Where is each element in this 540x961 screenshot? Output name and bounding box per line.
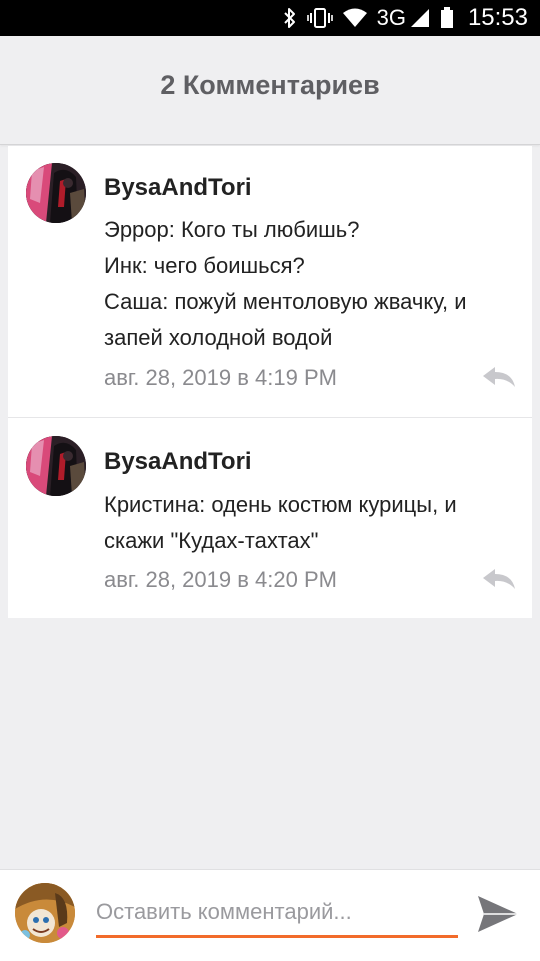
comment-text-line: скажи "Кудах-тахтах" <box>104 528 319 553</box>
status-bar: 3G 15:53 <box>0 0 540 36</box>
comment-composer <box>0 869 540 961</box>
comment-timestamp: авг. 28, 2019 в 4:20 PM <box>104 567 337 592</box>
comments-header: 2 Комментариев <box>0 36 540 145</box>
comment-text: Эррор: Кого ты любишь? Инк: чего боишься… <box>104 212 524 356</box>
comment-timestamp: авг. 28, 2019 в 4:19 PM <box>104 365 337 390</box>
comment-text-line: запей холодной водой <box>104 325 333 350</box>
comment-item: BysaAndTori Эррор: Кого ты любишь? Инк: … <box>8 146 532 418</box>
avatar[interactable] <box>26 163 86 223</box>
reply-icon[interactable] <box>482 568 516 590</box>
reply-icon[interactable] <box>482 366 516 388</box>
comment-author[interactable]: BysaAndTori <box>104 448 252 476</box>
battery-icon <box>440 7 454 29</box>
comment-list: BysaAndTori Эррор: Кого ты любишь? Инк: … <box>8 146 532 618</box>
status-clock: 15:53 <box>467 4 528 31</box>
status-icons: 3G 15:53 <box>283 0 528 36</box>
bluetooth-icon <box>283 7 297 29</box>
avatar[interactable] <box>26 436 86 496</box>
comment-text-line: Саша: пожуй ментоловую жвачку, и <box>104 289 467 314</box>
comment-input[interactable] <box>96 894 458 938</box>
comment-text-line: Кристина: одень костюм курицы, и <box>104 492 457 517</box>
wifi-icon <box>342 8 367 28</box>
page-title: 2 Комментариев <box>160 70 380 100</box>
current-user-avatar <box>15 883 75 943</box>
network-type-label: 3G <box>376 5 406 30</box>
send-icon <box>476 896 520 938</box>
signal-icon <box>410 8 430 28</box>
comment-item: BysaAndTori Кристина: одень костюм куриц… <box>8 418 532 618</box>
send-button[interactable] <box>476 894 528 938</box>
comment-text-line: Инк: чего боишься? <box>104 253 305 278</box>
vibrate-icon <box>306 7 333 29</box>
comment-text: Кристина: одень костюм курицы, и скажи "… <box>104 487 524 559</box>
comment-text-line: Эррор: Кого ты любишь? <box>104 217 360 242</box>
comment-author[interactable]: BysaAndTori <box>104 174 252 202</box>
